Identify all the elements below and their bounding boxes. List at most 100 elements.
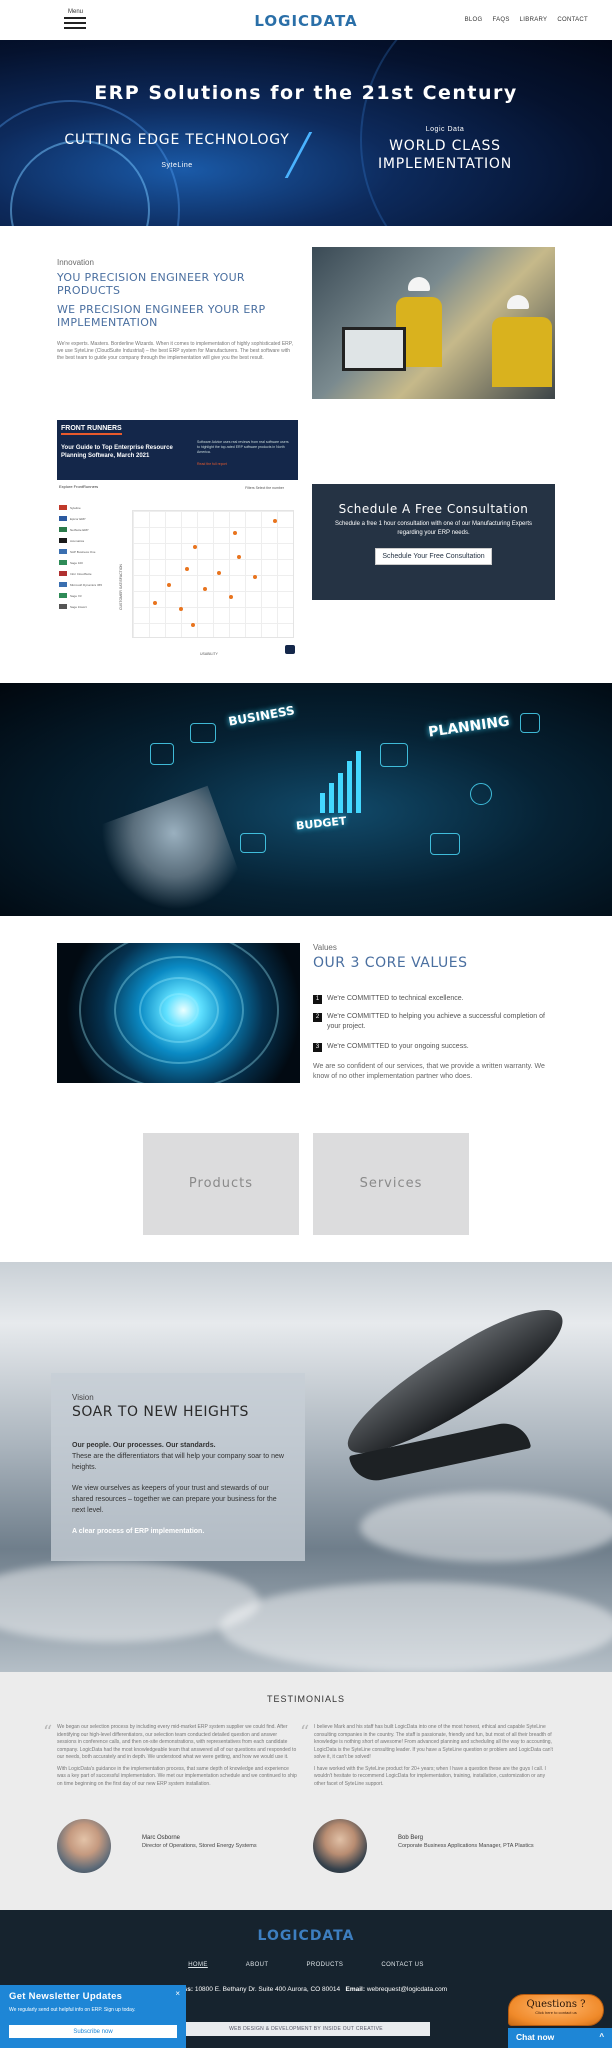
bar-graphic [320,793,325,813]
vendor-dot[interactable] [191,623,195,627]
bar-graphic [347,761,352,813]
vendor-dot[interactable] [237,555,241,559]
vendor-dot[interactable] [203,587,207,591]
vendor-list-item[interactable]: Infor CloudSuite [59,568,119,579]
newsletter-title: Get Newsletter Updates [9,1991,123,2002]
questions-chat-bubble[interactable]: Questions ? Click here to contact us [508,1994,604,2026]
chat-bubble-icon[interactable] [285,645,295,654]
nav-link-blog[interactable]: BLOG [465,17,483,23]
core-values-warranty-text: We are so confident of our services, tha… [313,1063,545,1080]
tunnel-image [57,943,300,1083]
vision-bold-line: Our people. Our processes. Our standards… [72,1442,216,1449]
chat-now-bar[interactable]: Chat now ^ [508,2028,612,2048]
vendor-dot[interactable] [273,519,277,523]
vendor-list-item[interactable]: Sage X3 [59,590,119,601]
nav-link-library[interactable]: LIBRARY [520,17,548,23]
chat-now-label: Chat now [516,2032,555,2042]
vendor-dot[interactable] [229,595,233,599]
laptop-image [342,327,406,371]
newsletter-popup: Get Newsletter Updates × We regularly se… [0,1985,186,2048]
testimonial-left-p1: We began our selection process by includ… [57,1724,297,1760]
vision-paragraph-1: These are the differentiators that will … [72,1453,284,1471]
vendor-name: Infor CloudSuite [70,571,92,576]
core-value-item: 1 We're COMMITTED to technical excellenc… [313,994,558,1004]
newsletter-description: We regularly send out helpful info on ER… [9,2007,136,2013]
core-value-number: 2 [313,1013,322,1022]
vendor-list-item[interactable]: Epicor ERP [59,513,119,524]
vendor-name: SAP Business One [70,549,96,554]
questions-label: Questions ? [526,1999,586,2010]
footer-link-about[interactable]: ABOUT [246,1962,269,1968]
consultation-title: Schedule A Free Consultation [338,502,529,516]
vendor-dot[interactable] [193,545,197,549]
footer-logo[interactable]: LOGICDATA [0,1928,612,1944]
vendor-list-item[interactable]: Microsoft Dynamics 365 [59,579,119,590]
subscribe-button[interactable]: Subscribe now [9,2025,177,2038]
vendor-list-item[interactable]: Acumatica [59,535,119,546]
frontrunners-description: Software Advice uses real reviews from r… [197,440,289,454]
budget-word: BUDGET [295,814,348,833]
footer-credit[interactable]: WEB DESIGN & DEVELOPMENT BY INSIDE OUT C… [182,2022,430,2036]
vendor-dot[interactable] [179,607,183,611]
vendor-logo-icon [59,604,67,609]
nav-link-faqs[interactable]: FAQS [492,17,509,23]
footer-link-products[interactable]: PRODUCTS [306,1962,343,1968]
vendor-dot[interactable] [253,575,257,579]
products-tile[interactable]: Products [143,1133,299,1235]
hard-hat-icon [507,295,529,309]
testimonial-person-right: Bob Berg Corporate Business Applications… [398,1834,534,1850]
chevron-up-icon[interactable]: ^ [599,2032,604,2041]
core-value-text: We're COMMITTED to your ongoing success. [327,1043,469,1050]
values-eyebrow: Values [313,943,337,952]
planning-image-band: BUSINESS PLANNING BUDGET [0,683,612,916]
frontrunners-chart: Explore FrontRunners Filters Select the … [57,480,298,658]
vision-process-link[interactable]: A clear process of ERP implementation. [72,1526,284,1537]
vendor-dot[interactable] [167,583,171,587]
core-value-item: 3 We're COMMITTED to your ongoing succes… [313,1042,558,1052]
vendor-dot[interactable] [217,571,221,575]
vendor-dot[interactable] [153,601,157,605]
vendor-name: Acumatica [70,538,85,543]
document-icon [380,743,408,767]
vendor-logo-icon [59,560,67,565]
frontrunners-banner: FRONT RUNNERS Your Guide to Top Enterpri… [57,420,298,480]
frontrunners-explore-label: Explore FrontRunners [59,484,99,489]
nav-link-contact[interactable]: CONTACT [557,17,588,23]
consultation-box: Schedule A Free Consultation Schedule a … [312,484,555,600]
vendor-logo-icon [59,549,67,554]
vendor-list: Syteline Epicor ERP NetSuite ERP Acumatica S… [59,502,119,612]
frontrunners-report-link[interactable]: Read the full report [197,462,227,466]
plus-icon [520,713,540,733]
email-link[interactable]: webrequest@logicdata.com [367,1986,447,1993]
quote-icon: “ [300,1722,310,1743]
core-values-heading: OUR 3 CORE VALUES [313,955,468,971]
cloud-graphic [360,1492,612,1562]
schedule-consultation-button[interactable]: Schedule Your Free Consultation [375,548,492,565]
vendor-list-item[interactable]: NetSuite ERP [59,524,119,535]
core-value-item: 2 We're COMMITTED to helping you achieve… [313,1012,558,1032]
vendor-list-item[interactable]: Syteline [59,502,119,513]
core-value-text: We're COMMITTED to technical excellence. [327,995,464,1002]
vendor-logo-icon [59,593,67,598]
vendor-list-item[interactable]: Sage Intacct [59,601,119,612]
vendor-name: Sage Intacct [70,604,87,609]
hero-right-heading: WORLD CLASS IMPLEMENTATION [377,138,513,172]
frontrunners-filters[interactable]: Filters Select the number [245,486,284,490]
vendor-list-item[interactable]: Sage 100 [59,557,119,568]
footer-link-home[interactable]: HOME [188,1962,208,1968]
vendor-dot[interactable] [185,567,189,571]
gear-icon [150,743,174,765]
core-value-text: We're COMMITTED to helping you achieve a… [327,1013,545,1030]
vendor-list-item[interactable]: SAP Business One [59,546,119,557]
hero-left-subtitle: SyteLine [161,162,193,169]
bar-graphic [338,773,343,813]
footer-link-contact[interactable]: CONTACT US [381,1962,423,1968]
vendor-name: Microsoft Dynamics 365 [70,582,103,587]
close-icon[interactable]: × [175,1989,180,1998]
vision-title: SOAR TO NEW HEIGHTS [72,1404,249,1420]
vendor-dot[interactable] [233,531,237,535]
quote-icon: “ [43,1722,53,1743]
engineer-figure [492,317,552,387]
hero-title: ERP Solutions for the 21st Century [94,82,518,104]
services-tile[interactable]: Services [313,1133,469,1235]
